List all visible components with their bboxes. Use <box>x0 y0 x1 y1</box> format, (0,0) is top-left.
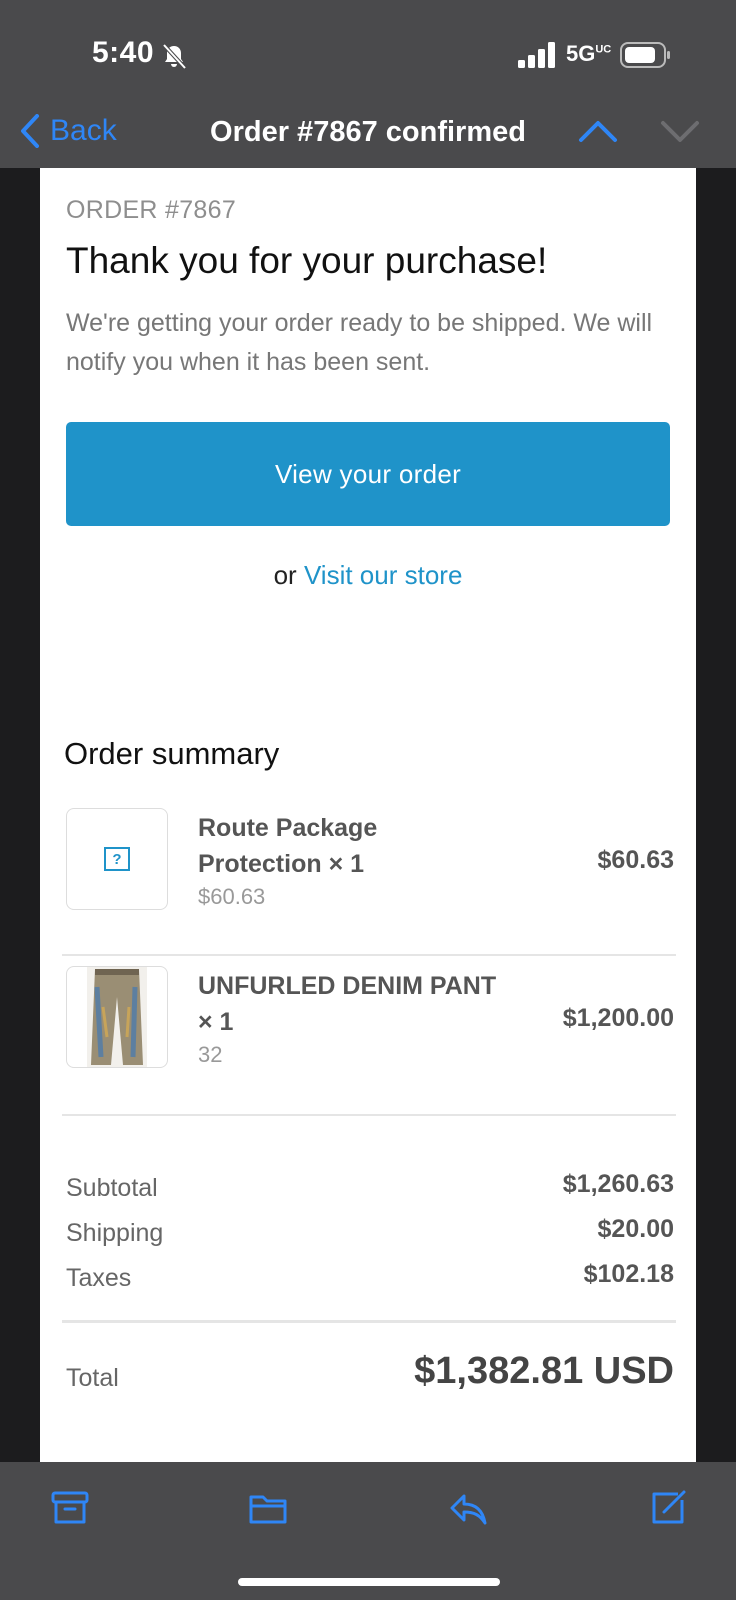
compose-icon[interactable] <box>648 1488 688 1528</box>
folder-icon[interactable] <box>248 1488 288 1528</box>
total-row: Total $1,382.81 USD <box>66 1350 674 1400</box>
divider <box>62 1114 676 1116</box>
item-detail: $60.63 <box>198 884 266 909</box>
divider <box>62 954 676 956</box>
status-bar: 5:40 5GUC <box>0 36 736 76</box>
total-value: $1,382.81 USD <box>414 1350 674 1392</box>
thank-you-heading: Thank you for your purchase! <box>66 240 548 281</box>
home-indicator[interactable] <box>238 1578 500 1586</box>
status-time: 5:40 <box>92 36 155 69</box>
bell-slash-icon <box>162 43 187 70</box>
taxes-label: Taxes <box>66 1264 132 1292</box>
list-item: UNFURLED DENIM PANT × 1 32 $1,200.00 <box>64 966 674 1070</box>
item-price: $60.63 <box>597 846 674 874</box>
battery-icon <box>620 42 670 68</box>
subtotal-row: Subtotal $1,260.63 <box>66 1170 674 1208</box>
bottom-toolbar <box>0 1462 736 1600</box>
reply-icon[interactable] <box>448 1488 488 1528</box>
visit-store-link[interactable]: Visit our store <box>304 560 462 590</box>
order-message: We're getting your order ready to be shi… <box>66 309 653 376</box>
shipping-value: $20.00 <box>597 1215 674 1243</box>
taxes-row: Taxes $102.18 <box>66 1260 674 1298</box>
view-order-button[interactable]: View your order <box>66 422 670 526</box>
signal-icon <box>518 42 555 68</box>
chevron-down-icon[interactable] <box>660 118 700 144</box>
taxes-value: $102.18 <box>583 1260 674 1288</box>
item-detail: 32 <box>198 1042 223 1067</box>
shipping-label: Shipping <box>66 1219 164 1247</box>
missing-image-icon: ? <box>104 847 130 871</box>
divider <box>62 1320 676 1323</box>
email-body: ORDER #7867 Thank you for your purchase!… <box>40 168 696 1462</box>
subtotal-label: Subtotal <box>66 1174 158 1202</box>
item-thumbnail: ? <box>66 808 168 910</box>
store-link-row: or Visit our store <box>40 560 696 591</box>
subtotal-value: $1,260.63 <box>562 1170 674 1198</box>
item-thumbnail <box>66 966 168 1068</box>
item-price: $1,200.00 <box>562 1004 674 1032</box>
chevron-up-icon[interactable] <box>578 118 618 144</box>
nav-bar: Back Order #7867 confirmed <box>0 108 736 158</box>
total-label: Total <box>66 1364 119 1392</box>
shipping-row: Shipping $20.00 <box>66 1215 674 1253</box>
item-name: Route Package Protection × 1 <box>198 814 378 878</box>
order-summary-title: Order summary <box>64 736 280 771</box>
order-label: ORDER #7867 <box>66 196 237 224</box>
denim-pant-image <box>87 967 147 1067</box>
or-text: or <box>273 560 297 590</box>
top-bar: 5:40 5GUC Back Order #7867 confirmed <box>0 0 736 168</box>
list-item: ? Route Package Protection × 1 $60.63 $6… <box>64 808 674 912</box>
nav-title: Order #7867 confirmed <box>210 116 526 148</box>
archive-icon[interactable] <box>50 1488 90 1528</box>
item-name: UNFURLED DENIM PANT × 1 <box>198 972 497 1036</box>
network-label: 5GUC <box>566 41 612 66</box>
